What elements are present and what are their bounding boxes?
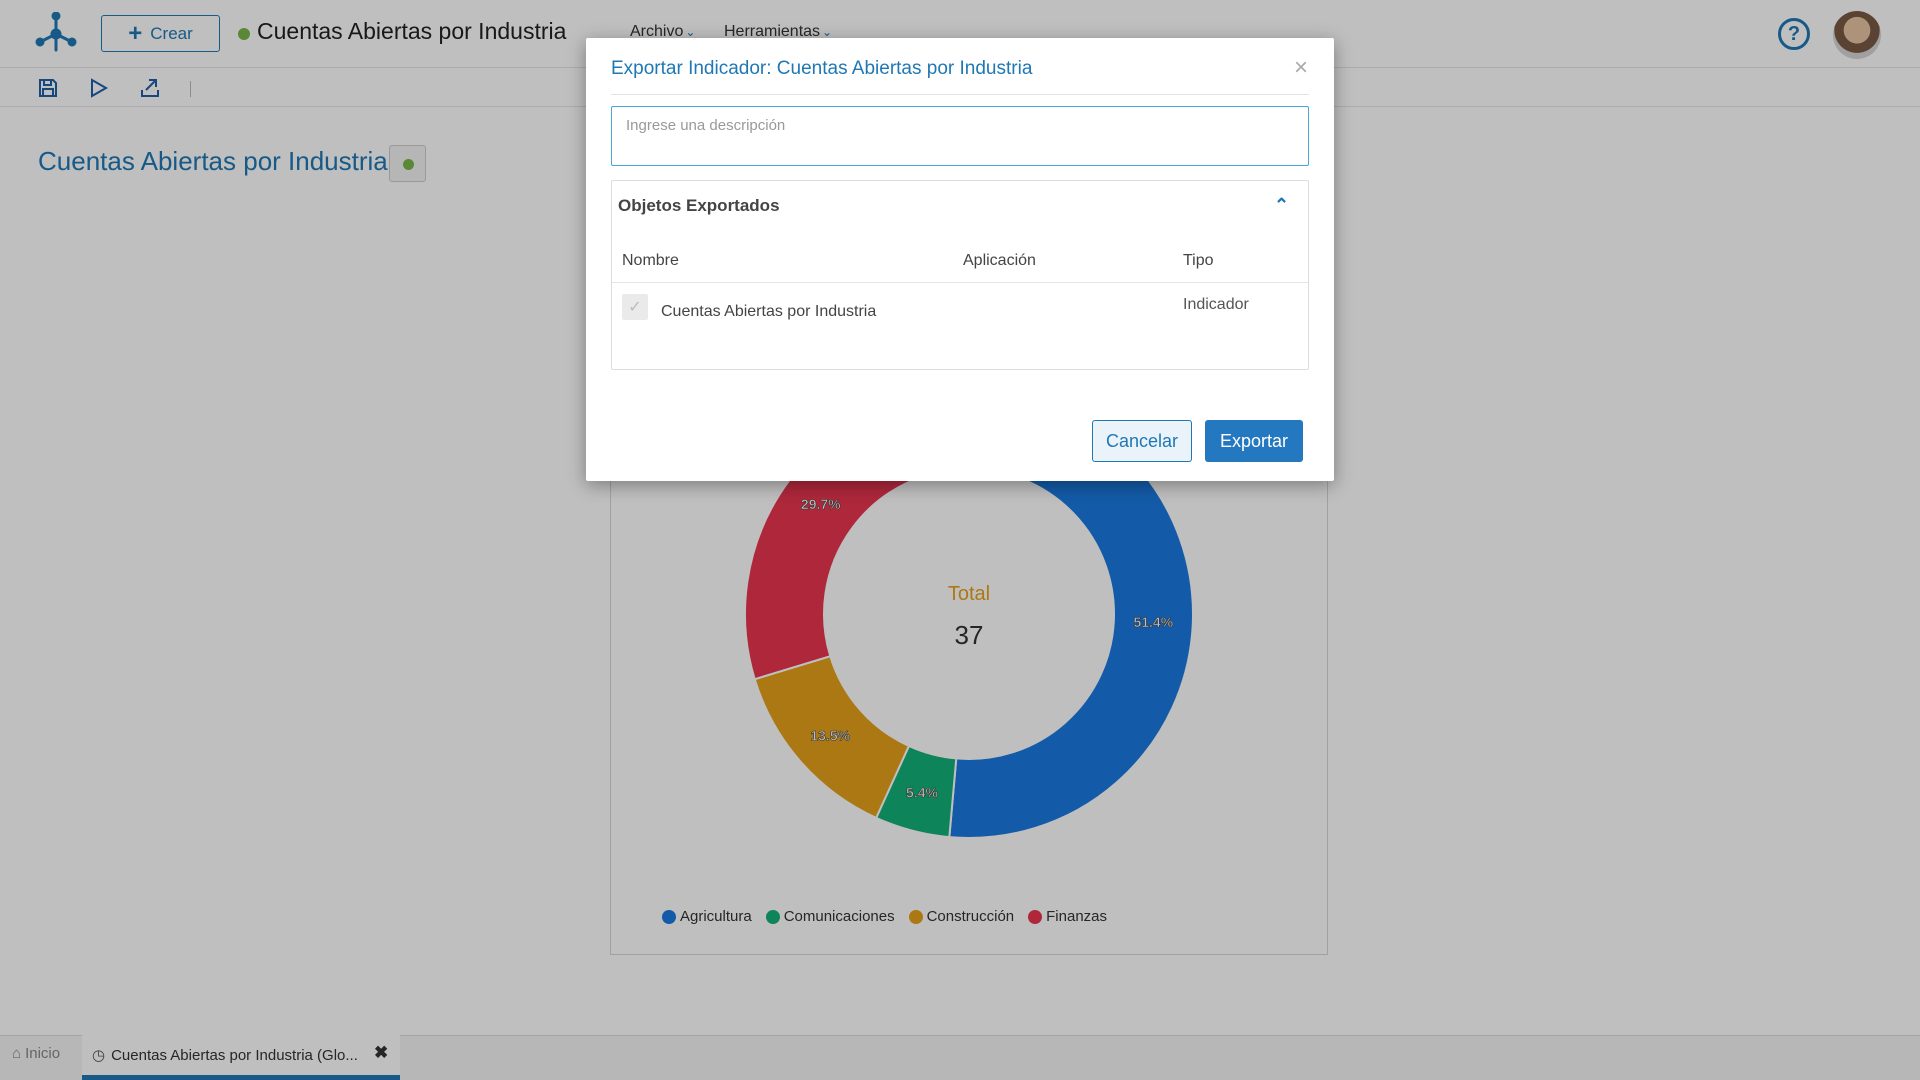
check-icon: ✓ [628,299,642,316]
table-cell-name: Cuentas Abiertas por Industria [661,303,877,320]
dialog-title: Exportar Indicador: Cuentas Abiertas por… [611,58,1033,79]
table-cell-type: Indicador [1183,296,1249,313]
dialog-divider [611,94,1309,95]
exported-objects-panel: Objetos Exportados ⌃ Nombre Aplicación T… [611,180,1309,370]
column-header-tipo: Tipo [1183,252,1214,269]
export-dialog: Exportar Indicador: Cuentas Abiertas por… [586,38,1334,481]
row-checkbox[interactable]: ✓ [622,294,648,320]
table-divider [612,282,1308,283]
description-input[interactable] [611,106,1309,166]
column-header-nombre: Nombre [622,252,679,269]
chevron-up-icon[interactable]: ⌃ [1274,195,1289,216]
column-header-aplicacion: Aplicación [963,252,1036,269]
export-button[interactable]: Exportar [1205,420,1303,462]
section-title: Objetos Exportados [618,196,780,215]
close-icon[interactable]: × [1294,54,1308,82]
cancel-button[interactable]: Cancelar [1092,420,1192,462]
